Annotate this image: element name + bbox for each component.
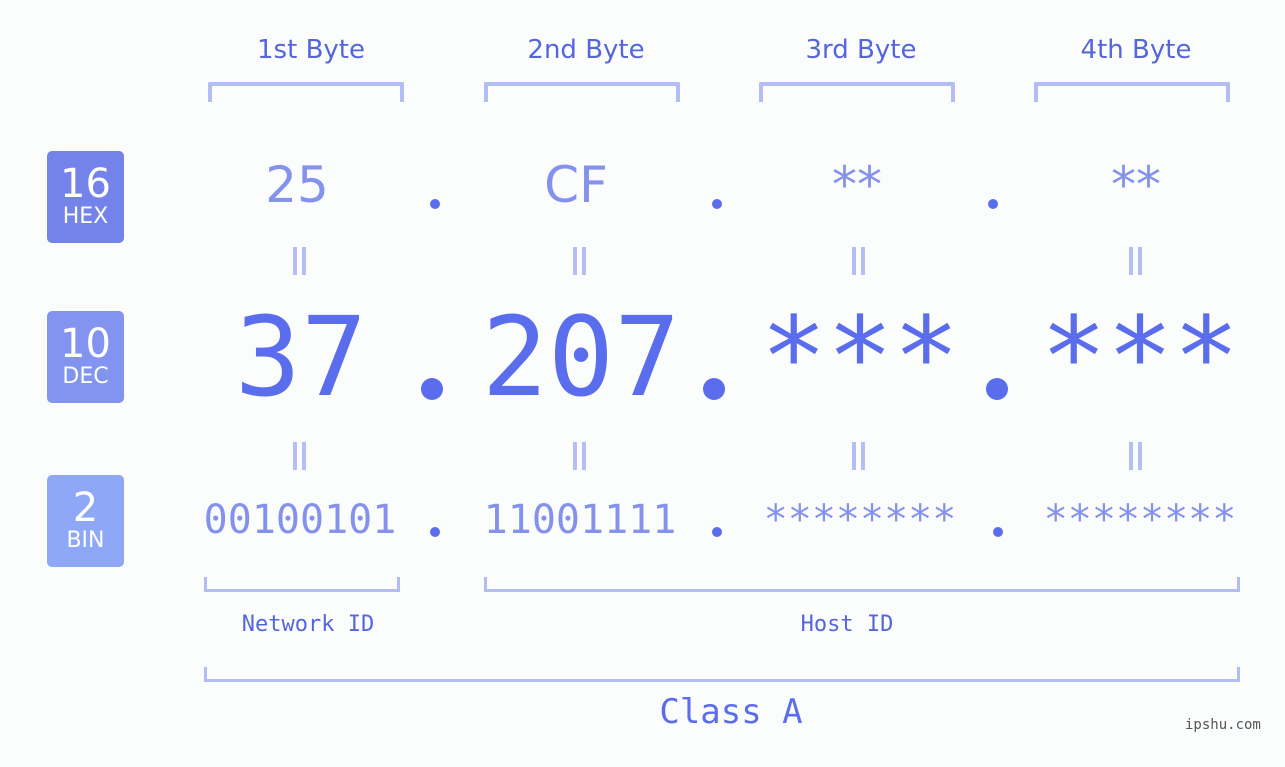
bin-byte-3: ******** bbox=[763, 497, 957, 543]
bin-byte-2: 11001111 bbox=[483, 497, 677, 543]
hex-base-label: HEX bbox=[62, 204, 109, 229]
dec-byte-2: 207 bbox=[481, 293, 681, 421]
host-id-bracket bbox=[484, 577, 1240, 592]
hex-base-number: 16 bbox=[60, 161, 111, 207]
hex-byte-4: ** bbox=[1111, 156, 1161, 214]
dec-byte-4: *** bbox=[1040, 293, 1240, 421]
equals-icon bbox=[852, 442, 865, 470]
host-id-label: Host ID bbox=[800, 612, 894, 637]
byte-bracket-4 bbox=[1034, 82, 1230, 102]
class-label: Class A bbox=[659, 692, 803, 732]
hex-base-badge: 16 HEX bbox=[47, 151, 124, 243]
equals-icon bbox=[852, 247, 865, 275]
network-id-label: Network ID bbox=[241, 612, 375, 637]
dec-separator-dot bbox=[421, 378, 443, 400]
byte-header-3: 3rd Byte bbox=[805, 35, 917, 65]
equals-icon bbox=[1129, 247, 1142, 275]
byte-header-2: 2nd Byte bbox=[527, 35, 645, 65]
dec-base-number: 10 bbox=[60, 321, 111, 367]
watermark: ipshu.com bbox=[1185, 717, 1261, 733]
byte-header-4: 4th Byte bbox=[1080, 35, 1192, 65]
equals-icon bbox=[293, 442, 306, 470]
dec-byte-1: 37 bbox=[234, 293, 368, 421]
equals-icon bbox=[573, 442, 586, 470]
bin-base-badge: 2 BIN bbox=[47, 475, 124, 567]
bin-byte-4: ******** bbox=[1043, 497, 1237, 543]
byte-bracket-2 bbox=[484, 82, 680, 102]
byte-bracket-3 bbox=[759, 82, 955, 102]
equals-icon bbox=[1129, 442, 1142, 470]
bin-byte-1: 00100101 bbox=[203, 497, 397, 543]
bin-base-label: BIN bbox=[66, 528, 105, 553]
dec-base-badge: 10 DEC bbox=[47, 311, 124, 403]
hex-separator-dot bbox=[712, 199, 722, 209]
dec-byte-3: *** bbox=[760, 293, 960, 421]
equals-icon bbox=[293, 247, 306, 275]
bin-base-number: 2 bbox=[72, 485, 99, 531]
hex-byte-1: 25 bbox=[265, 156, 329, 214]
hex-byte-3: ** bbox=[832, 156, 882, 214]
hex-separator-dot bbox=[988, 199, 998, 209]
bin-separator-dot bbox=[712, 527, 722, 537]
bin-separator-dot bbox=[993, 527, 1003, 537]
equals-icon bbox=[573, 247, 586, 275]
byte-header-1: 1st Byte bbox=[257, 35, 365, 65]
hex-separator-dot bbox=[430, 199, 440, 209]
class-bracket bbox=[204, 667, 1240, 682]
bin-separator-dot bbox=[430, 527, 440, 537]
hex-byte-2: CF bbox=[544, 156, 608, 214]
dec-base-label: DEC bbox=[62, 364, 109, 389]
dec-separator-dot bbox=[986, 378, 1008, 400]
dec-separator-dot bbox=[703, 378, 725, 400]
network-id-bracket bbox=[204, 577, 400, 592]
byte-bracket-1 bbox=[208, 82, 404, 102]
